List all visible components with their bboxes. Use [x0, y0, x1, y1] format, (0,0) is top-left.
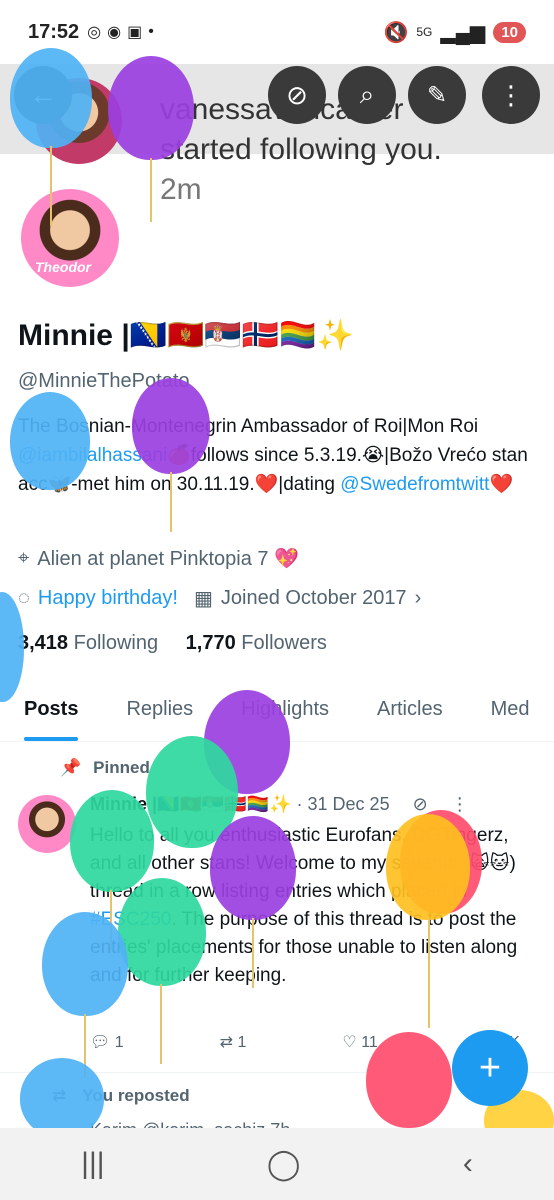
balloon-string [170, 472, 172, 532]
balloon-decoration [70, 790, 154, 892]
search-icon: ⌕ [359, 79, 375, 109]
notification-age: 2m [160, 173, 202, 206]
like-button[interactable]: ♡ 11 [342, 1032, 377, 1052]
app-icon: ◉ [107, 24, 122, 41]
followers-count: 1,770 [185, 632, 236, 654]
balloon-decoration [366, 1032, 452, 1128]
profile-name: Minnie |🇧🇦🇲🇪🇷🇸🇳🇴🏳️‍🌈✨ [18, 319, 354, 352]
back-nav-icon[interactable]: ‹ [463, 1147, 473, 1181]
pencil-icon: ✎ [426, 81, 448, 109]
search-button[interactable]: ⌕ [338, 66, 396, 124]
recent-apps-icon[interactable]: ||| [81, 1147, 104, 1181]
edit-button[interactable]: ✎ [408, 66, 466, 124]
tab-replies[interactable]: Replies [102, 686, 217, 741]
compose-button[interactable]: + [452, 1030, 528, 1106]
repost-button[interactable]: ⇄ 1 [220, 1032, 247, 1052]
status-right: 🔇 5G ▂▄▆ 10 [383, 20, 526, 45]
more-button[interactable]: ⋮ [482, 66, 540, 124]
grok-button[interactable]: ⊘ [268, 66, 326, 124]
followers-label: Followers [241, 632, 327, 654]
repost-count: 1 [237, 1034, 247, 1051]
reply-count: 1 [114, 1034, 124, 1051]
grok-icon: ⊘ [286, 79, 308, 110]
balloon-string [252, 918, 254, 988]
profile-avatar[interactable]: Theodor [18, 186, 122, 290]
bio-text-3: ❤️ [489, 474, 514, 495]
balloon-decoration [118, 878, 206, 986]
repost-icon: ⇄ [219, 1034, 234, 1051]
profile-bio: The Bosnian-Montenegrin Ambassador of Ro… [18, 412, 540, 499]
plus-icon: + [478, 1046, 502, 1089]
location-text: Alien at planet Pinktopia 7 💖 [37, 548, 299, 570]
status-time: 17:52 [28, 20, 80, 43]
pinned-indicator: 📌 Pinned [60, 758, 150, 778]
following-count: 3,418 [18, 632, 69, 654]
battery-indicator: 10 [493, 21, 526, 43]
reply-button[interactable]: 💬︎ 1 [90, 1032, 124, 1052]
profile-location: ⌖ Alien at planet Pinktopia 7 💖 [18, 546, 299, 571]
network-label: 5G [416, 25, 433, 39]
birthday-link[interactable]: Happy birthday! [38, 587, 178, 610]
whatsapp-icon: ◎ [87, 24, 102, 41]
balloon-icon: ◌ [18, 587, 30, 609]
balloon-decoration [386, 814, 470, 920]
joined-text: Joined October 2017 [220, 587, 407, 609]
reply-icon: 💬︎ [90, 1034, 111, 1051]
balloon-decoration [108, 56, 194, 160]
balloon-decoration [42, 912, 128, 1016]
heart-icon: ♡ [342, 1034, 357, 1051]
post-date: · 31 Dec 25 [296, 794, 390, 814]
following-label: Following [73, 632, 159, 654]
notification-text: started following you. [160, 133, 442, 166]
screenshot-icon: ▣ [127, 24, 143, 41]
post-avatar[interactable] [18, 795, 76, 853]
profile-screen: 17:52 ◎ ◉ ▣ • 🔇 5G ▂▄▆ 10 vanessavancart… [0, 0, 554, 1200]
pinned-label: Pinned [93, 758, 150, 777]
tab-posts[interactable]: Posts [0, 686, 102, 741]
status-bar: 17:52 ◎ ◉ ▣ • 🔇 5G ▂▄▆ 10 [0, 0, 554, 64]
post-actions: 💬︎ 1 ⇄ 1 ♡ 11 ▮ 2.5K [90, 1032, 520, 1052]
tab-articles[interactable]: Articles [353, 686, 467, 741]
tab-media[interactable]: Med [467, 686, 554, 741]
pin-icon: 📌 [60, 758, 82, 777]
status-notification-icons: ◎ ◉ ▣ • [87, 22, 154, 42]
balloon-decoration [20, 1058, 104, 1138]
location-pin-icon: ⌖ [18, 547, 30, 569]
followers-link[interactable]: 1,770 Followers [186, 632, 327, 654]
post-more-icon[interactable]: ⋮ [451, 794, 469, 814]
profile-dates: ◌ Happy birthday! ▦ Joined October 2017 … [18, 586, 421, 611]
chevron-right-icon[interactable]: › [415, 587, 422, 610]
home-icon[interactable]: ◯ [267, 1147, 301, 1182]
signal-icon: ▂▄▆ [440, 21, 486, 44]
follow-counts: 3,418 Following 1,770 Followers [18, 632, 327, 655]
more-vertical-icon: ⋮ [498, 79, 524, 110]
avatar-caption: Theodor [35, 259, 91, 275]
dot-icon: • [148, 23, 154, 40]
balloon-decoration [10, 48, 92, 148]
balloon-string [50, 146, 52, 226]
balloon-decoration [132, 378, 210, 474]
following-link[interactable]: 3,418 Following [18, 632, 158, 654]
system-nav-bar: ||| ◯ ‹ [0, 1128, 554, 1200]
grok-post-icon[interactable]: ⊘ [413, 794, 428, 814]
mute-icon: 🔇 [383, 21, 409, 44]
balloon-string [160, 984, 162, 1064]
balloon-string [150, 158, 152, 222]
balloon-decoration [10, 392, 90, 490]
balloon-string [428, 918, 430, 1028]
bio-mention-2[interactable]: @Swedefromtwitt [340, 474, 489, 495]
balloon-decoration [210, 816, 296, 920]
calendar-icon: ▦ [193, 588, 213, 610]
